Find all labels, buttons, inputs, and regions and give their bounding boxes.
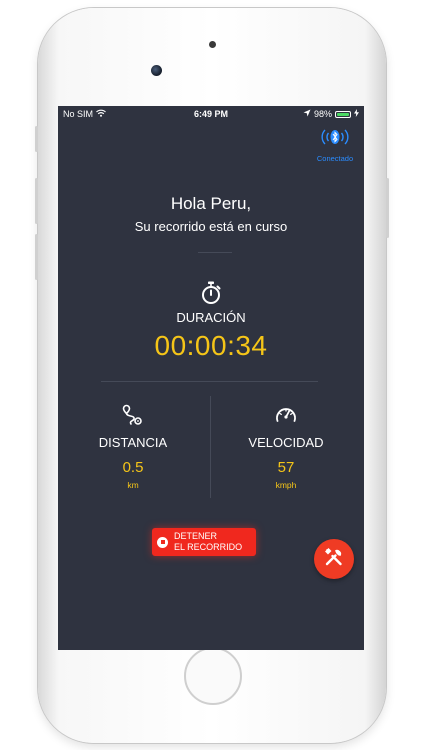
front-camera	[151, 65, 162, 76]
speed-unit: kmph	[275, 480, 297, 490]
speed-panel: VELOCIDAD 57 kmph	[211, 404, 361, 490]
mute-switch	[35, 126, 38, 152]
section-divider	[101, 381, 318, 382]
charging-bolt-icon	[354, 109, 359, 119]
battery-percent: 98%	[313, 109, 332, 119]
stop-trip-label-line2: EL RECORRIDO	[174, 542, 243, 552]
tools-icon	[323, 546, 345, 573]
battery-icon	[335, 110, 351, 118]
status-bar: No SIM 6:49 PM 98%	[58, 106, 364, 122]
tools-fab-button[interactable]	[314, 539, 354, 579]
bluetooth-label: Conectado	[316, 154, 354, 163]
greeting-title: Hola Peru,	[170, 194, 252, 213]
stopwatch-icon	[200, 281, 222, 310]
distance-panel: DISTANCIA 0.5 km	[58, 404, 208, 490]
speedometer-icon	[274, 404, 298, 428]
distance-unit: km	[127, 480, 139, 490]
home-button[interactable]	[184, 647, 242, 705]
duration-value: 00:00:34	[154, 330, 268, 361]
duration-label: DURACIÓN	[176, 310, 246, 325]
bluetooth-icon	[315, 129, 355, 152]
divider	[198, 252, 232, 253]
location-arrow-icon	[303, 109, 311, 119]
distance-value: 0.5	[122, 459, 144, 476]
bluetooth-status[interactable]: Conectado	[312, 126, 358, 163]
stop-trip-label-line1: DETENER	[174, 531, 218, 541]
route-icon	[121, 404, 145, 428]
stop-icon	[157, 536, 168, 548]
power-button	[386, 178, 389, 238]
app-screen: No SIM 6:49 PM 98% Conectado Hola Peru, …	[58, 106, 364, 650]
speed-value: 57	[277, 459, 295, 476]
battery-fill	[337, 112, 349, 116]
trip-status-text: Su recorrido está en curso	[134, 219, 288, 234]
volume-up-button	[35, 178, 38, 224]
distance-label: DISTANCIA	[98, 435, 168, 450]
earpiece-speaker	[209, 41, 216, 48]
speed-label: VELOCIDAD	[248, 435, 324, 450]
stop-trip-label: DETENER EL RECORRIDO	[174, 531, 242, 553]
stop-trip-button[interactable]: DETENER EL RECORRIDO	[152, 528, 256, 556]
volume-down-button	[35, 234, 38, 280]
